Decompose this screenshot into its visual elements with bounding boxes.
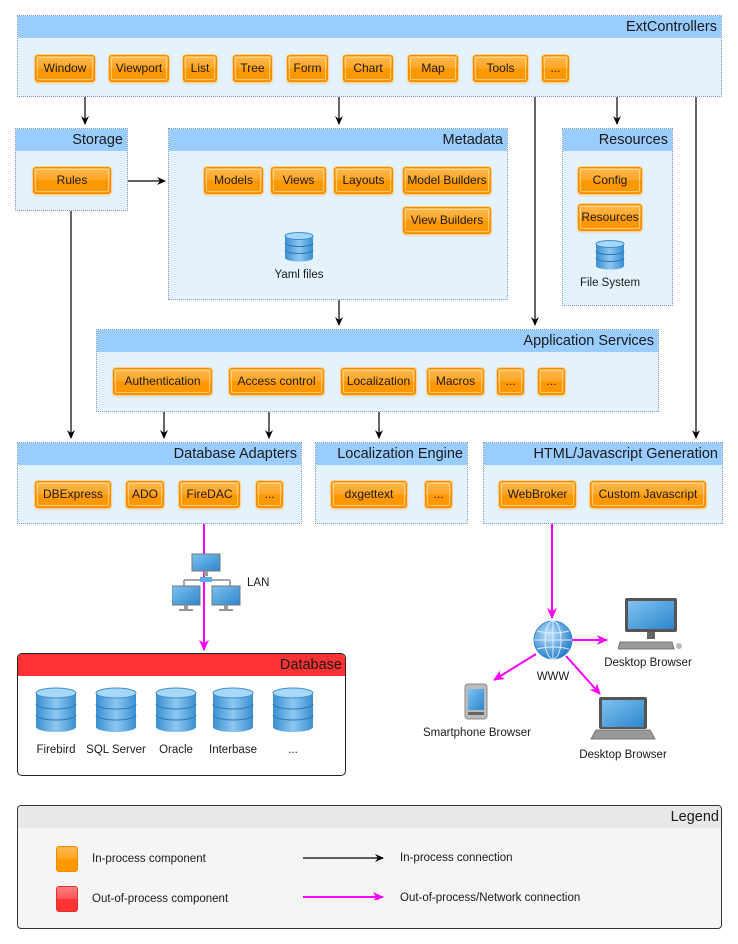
laptop-browser-label: Desktop Browser	[579, 749, 667, 761]
component-more[interactable]: ...	[256, 481, 283, 508]
database-engine-label: ...	[288, 744, 298, 756]
desktop-browser-label: Desktop Browser	[604, 657, 692, 669]
component-form[interactable]: Form	[287, 55, 328, 82]
component-models[interactable]: Models	[204, 167, 263, 194]
component-macros[interactable]: Macros	[427, 368, 484, 395]
legend-in-process-connection: In-process connection	[400, 852, 513, 864]
component-tree[interactable]: Tree	[233, 55, 272, 82]
legend-arrows	[303, 854, 384, 900]
legend-out-of-process-component: Out-of-process component	[92, 893, 229, 905]
component-webbroker[interactable]: WebBroker	[499, 481, 576, 508]
file-system-label: File System	[579, 277, 641, 289]
component-rules[interactable]: Rules	[33, 167, 111, 194]
lan-network-icon	[172, 553, 241, 611]
group-title: HTML/Javascript Generation	[484, 443, 722, 465]
group-title: Localization Engine	[316, 443, 467, 465]
desktop-computer-icon	[618, 598, 682, 650]
component-viewport[interactable]: Viewport	[109, 55, 169, 82]
smartphone-browser-label: Smartphone Browser	[422, 727, 532, 739]
legend-in-process-component: In-process component	[92, 853, 206, 865]
component-more[interactable]: ...	[542, 55, 569, 82]
component-views[interactable]: Views	[271, 167, 326, 194]
group-title: Resources	[563, 129, 672, 151]
component-map[interactable]: Map	[408, 55, 458, 82]
group-title: ExtControllers	[18, 16, 721, 38]
component-more-1[interactable]: ...	[497, 368, 524, 395]
component-chart[interactable]: Chart	[343, 55, 393, 82]
group-title: Database Adapters	[18, 443, 301, 465]
component-view-builders[interactable]: View Builders	[403, 207, 491, 234]
legend-network-connection: Out-of-process/Network connection	[400, 892, 581, 904]
www-globe-icon	[533, 620, 573, 660]
component-layouts[interactable]: Layouts	[334, 167, 393, 194]
group-title: Database	[18, 654, 345, 676]
component-more-2[interactable]: ...	[538, 368, 565, 395]
group-title: Metadata	[169, 129, 507, 151]
component-firedac[interactable]: FireDAC	[179, 481, 240, 508]
group-database: Database	[17, 653, 346, 776]
legend-swatch-out-of-process	[56, 886, 78, 912]
component-list[interactable]: List	[183, 55, 217, 82]
group-title: Storage	[16, 129, 127, 151]
component-dxgettext[interactable]: dxgettext	[331, 481, 407, 508]
lan-label: LAN	[247, 577, 270, 589]
component-custom-javascript[interactable]: Custom Javascript	[590, 481, 706, 508]
component-resources[interactable]: Resources	[578, 204, 642, 231]
legend-title: Legend	[18, 806, 721, 828]
www-label: WWW	[536, 671, 570, 683]
component-more[interactable]: ...	[425, 481, 452, 508]
laptop-icon	[590, 697, 656, 740]
component-localization[interactable]: Localization	[341, 368, 416, 395]
component-access-control[interactable]: Access control	[229, 368, 324, 395]
yaml-files-label: Yaml files	[274, 269, 324, 281]
component-window[interactable]: Window	[35, 55, 95, 82]
group-title: Application Services	[97, 330, 658, 352]
component-ado[interactable]: ADO	[126, 481, 164, 508]
component-model-builders[interactable]: Model Builders	[403, 167, 491, 194]
legend-swatch-in-process	[56, 846, 78, 872]
component-authentication[interactable]: Authentication	[113, 368, 212, 395]
component-tools[interactable]: Tools	[473, 55, 528, 82]
smartphone-icon	[464, 683, 488, 720]
component-dbexpress[interactable]: DBExpress	[35, 481, 111, 508]
component-config[interactable]: Config	[578, 167, 642, 194]
legend: Legend In-process component Out-of-proce…	[17, 805, 722, 929]
